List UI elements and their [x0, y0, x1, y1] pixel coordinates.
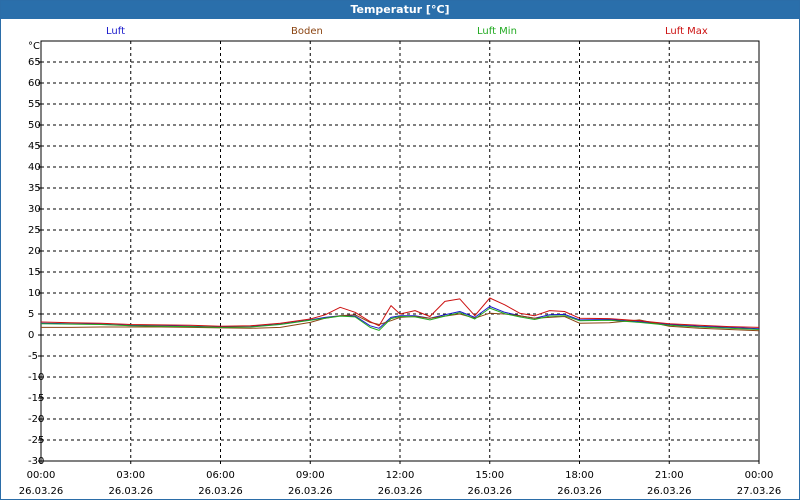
- x-tick-time: 00:00: [27, 470, 56, 481]
- y-tick-label: 20: [28, 246, 41, 257]
- y-tick-label: 45: [28, 141, 41, 152]
- x-tick-time: 00:00: [745, 470, 774, 481]
- y-tick-label: 0: [28, 330, 34, 341]
- y-tick-label: 40: [28, 162, 41, 173]
- x-tick-time: 21:00: [655, 470, 684, 481]
- x-tick-date: 26.03.26: [108, 486, 153, 497]
- y-tick-label: -30: [28, 456, 44, 467]
- x-tick-date: 26.03.26: [467, 486, 512, 497]
- y-tick-label: -25: [28, 435, 44, 446]
- y-tick-label: 30: [28, 204, 41, 215]
- x-tick-date: 27.03.26: [737, 486, 782, 497]
- temperature-chart: 65605550454035302520151050-5-10-15-20-25…: [19, 40, 782, 497]
- y-tick-label: 5: [28, 309, 34, 320]
- y-tick-label: 10: [28, 288, 41, 299]
- x-tick-date: 26.03.26: [19, 486, 64, 497]
- y-tick-label: 25: [28, 225, 41, 236]
- x-tick-time: 12:00: [386, 470, 415, 481]
- y-tick-label: 60: [28, 78, 41, 89]
- x-tick-date: 26.03.26: [378, 486, 423, 497]
- y-tick-label: 65: [28, 57, 41, 68]
- x-tick-time: 09:00: [296, 470, 325, 481]
- y-tick-label: 15: [28, 267, 41, 278]
- y-unit-label: °C: [28, 41, 40, 52]
- x-tick-time: 03:00: [116, 470, 145, 481]
- x-tick-date: 26.03.26: [198, 486, 243, 497]
- y-tick-label: -20: [28, 414, 44, 425]
- x-tick-time: 15:00: [475, 470, 504, 481]
- y-tick-label: -10: [28, 372, 44, 383]
- y-tick-label: 50: [28, 120, 41, 131]
- x-tick-date: 26.03.26: [557, 486, 602, 497]
- y-tick-label: -5: [28, 351, 38, 362]
- x-tick-date: 26.03.26: [647, 486, 692, 497]
- y-tick-label: 35: [28, 183, 41, 194]
- y-tick-label: -15: [28, 393, 44, 404]
- chart-window: Temperatur [°C] Luft Boden Luft Min Luft…: [0, 0, 800, 500]
- x-tick-time: 18:00: [565, 470, 594, 481]
- y-tick-label: 55: [28, 99, 41, 110]
- x-tick-date: 26.03.26: [288, 486, 333, 497]
- x-tick-time: 06:00: [206, 470, 235, 481]
